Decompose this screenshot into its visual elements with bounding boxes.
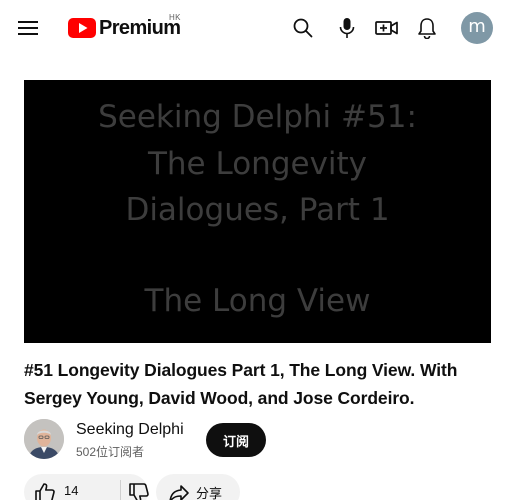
video-frame-subtitle: The Long View [144, 283, 371, 319]
create-video-icon[interactable] [373, 14, 401, 42]
youtube-premium-logo[interactable]: Premium [68, 14, 181, 42]
search-icon[interactable] [289, 14, 317, 42]
hamburger-menu-icon[interactable] [14, 14, 42, 42]
like-dislike-group: 14 [24, 474, 150, 500]
video-frame-title: Seeking Delphi #51: The Longevity Dialog… [24, 94, 491, 234]
slide-line: Dialogues, Part 1 [125, 192, 390, 228]
video-title[interactable]: #51 Longevity Dialogues Part 1, The Long… [24, 356, 484, 412]
top-app-bar: Premium HK m [0, 0, 515, 56]
channel-avatar[interactable] [24, 419, 64, 459]
microphone-icon[interactable] [333, 14, 361, 42]
like-button[interactable] [34, 482, 56, 500]
video-player[interactable]: Seeking Delphi #51: The Longevity Dialog… [24, 80, 491, 343]
account-avatar[interactable]: m [461, 12, 493, 44]
slide-line: The Longevity [147, 145, 368, 182]
channel-name[interactable]: Seeking Delphi [76, 421, 184, 439]
like-count: 14 [64, 483, 79, 498]
region-code: HK [169, 13, 181, 22]
notifications-bell-icon[interactable] [413, 14, 441, 42]
subscriber-count: 502位订阅者 [76, 445, 145, 459]
divider [120, 480, 121, 500]
share-label: 分享 [196, 486, 223, 500]
youtube-play-logo-icon [68, 18, 96, 38]
subscribe-button[interactable]: 订阅 [206, 423, 266, 457]
thumbs-down-icon [129, 483, 149, 500]
slide-line: Seeking Delphi #51: [98, 99, 417, 135]
dislike-button[interactable] [128, 482, 150, 500]
thumbs-up-icon [35, 483, 55, 500]
share-arrow-icon [169, 485, 189, 500]
share-button[interactable]: 分享 [156, 474, 240, 500]
